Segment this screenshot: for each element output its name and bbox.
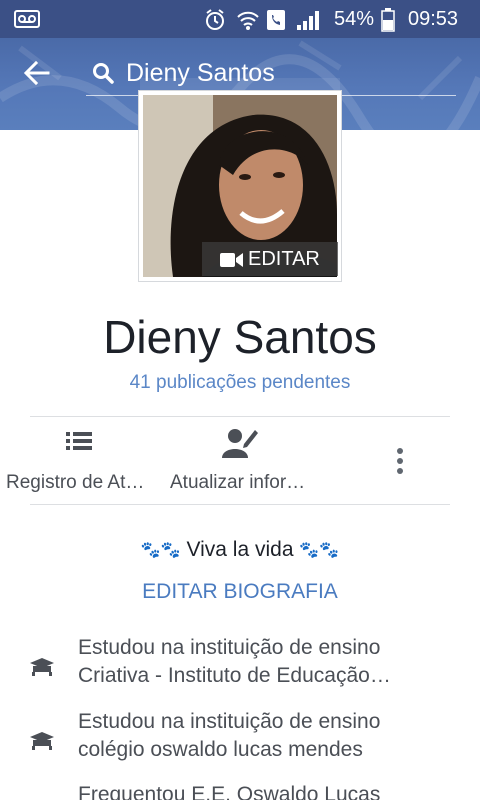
education-text-line2: colégio oswaldo lucas mendes: [78, 738, 363, 761]
clock: 09:53: [408, 8, 459, 30]
activity-log-label: Registro de At…: [6, 472, 145, 493]
paw-prints-icon: 🐾🐾: [140, 542, 181, 560]
education-text-line1: Estudou na instituição de ensino: [78, 636, 381, 659]
list-icon: [66, 432, 92, 450]
edit-profile-picture-button[interactable]: EDITAR: [202, 242, 338, 276]
signal-icon: [297, 11, 319, 30]
status-bar: 54% 09:53: [0, 0, 480, 38]
more-options-button[interactable]: [384, 440, 416, 480]
profile-name: Dieny Santos: [103, 311, 377, 363]
divider: [30, 504, 450, 505]
paw-prints-icon: 🐾🐾: [299, 542, 340, 560]
phone-icon: [267, 10, 285, 30]
more-icon-dot: [397, 458, 403, 464]
battery-icon: [381, 8, 395, 32]
divider: [30, 416, 450, 417]
activity-log-button[interactable]: Registro de At…: [6, 420, 156, 504]
update-info-label: Atualizar infor…: [170, 472, 306, 493]
search-query: Dieny Santos: [126, 59, 275, 87]
education-item[interactable]: Estudou na instituição de ensino Criativ…: [0, 636, 480, 702]
edit-bio-button[interactable]: EDITAR BIOGRAFIA: [0, 580, 480, 604]
pending-posts-link[interactable]: 41 publicações pendentes: [0, 372, 480, 394]
bio-text: Viva la vida: [186, 538, 294, 561]
school-icon: [30, 658, 54, 676]
back-button[interactable]: [22, 58, 62, 90]
more-icon-dot: [397, 448, 403, 454]
edit-profile-picture-label: EDITAR: [248, 248, 320, 270]
battery-percent: 54%: [334, 8, 375, 30]
edit-person-icon: [222, 429, 258, 458]
education-item[interactable]: Estudou na instituição de ensino colégio…: [0, 710, 480, 776]
voicemail-icon: [14, 10, 40, 28]
school-icon: [30, 732, 54, 750]
video-camera-icon: [220, 253, 243, 267]
update-info-button[interactable]: Atualizar infor…: [168, 420, 318, 504]
bio: 🐾🐾 Viva la vida 🐾🐾: [0, 538, 480, 562]
education-text-line1: Estudou na instituição de ensino: [78, 710, 381, 733]
education-item[interactable]: Frequentou E.E. Oswaldo Lucas: [0, 783, 480, 800]
education-text-line1: Frequentou E.E. Oswaldo Lucas: [78, 783, 381, 800]
arrow-left-icon: [23, 60, 50, 86]
more-icon-dot: [397, 468, 403, 474]
search-icon: [93, 63, 114, 84]
education-text-line2: Criativa - Instituto de Educação…: [78, 664, 391, 687]
wifi-icon: [237, 11, 259, 30]
alarm-icon: [206, 9, 224, 30]
